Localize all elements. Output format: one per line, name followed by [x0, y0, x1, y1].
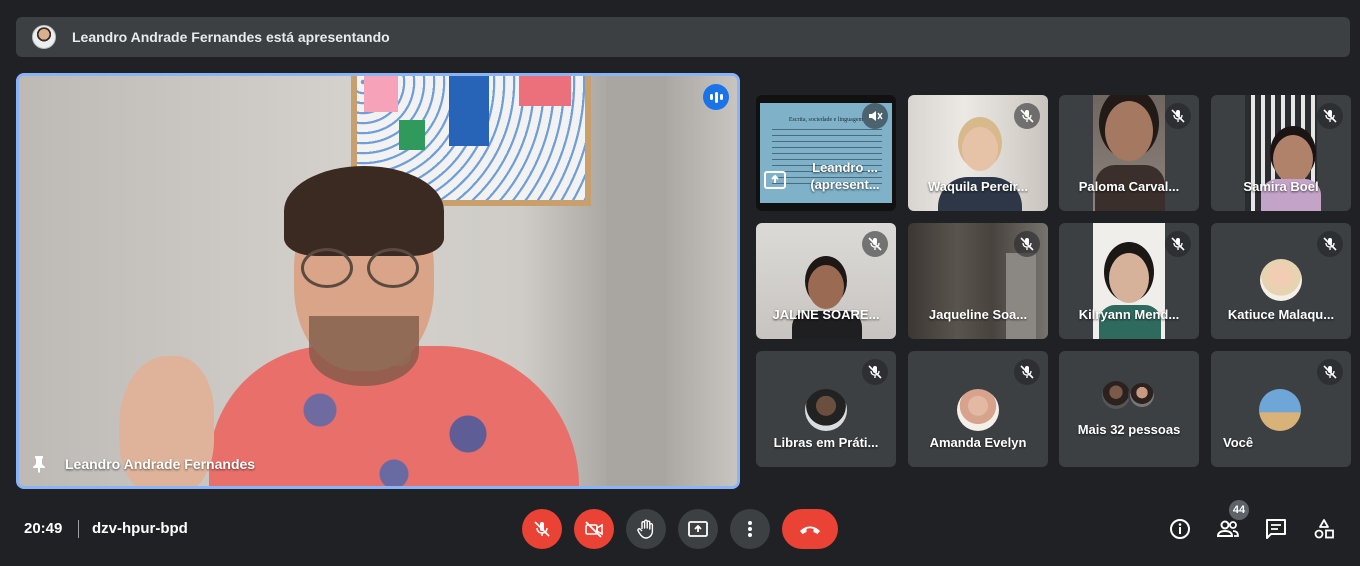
- self-avatar: [1259, 389, 1301, 431]
- presenting-banner-text: Leandro Andrade Fernandes está apresenta…: [72, 29, 390, 45]
- participant-name: JALINE SOARE...: [772, 307, 880, 322]
- participant-name: Jaqueline Soa...: [928, 307, 1028, 322]
- participant-tile[interactable]: Libras em Práti...: [756, 351, 896, 467]
- participant-avatar: [1102, 381, 1130, 409]
- meeting-details-button[interactable]: [1165, 514, 1195, 544]
- participant-name: Amanda Evelyn: [929, 435, 1027, 450]
- mic-off-icon: [862, 231, 888, 257]
- mic-toggle-button[interactable]: [522, 509, 562, 549]
- present-now-button[interactable]: [678, 509, 718, 549]
- leave-call-button[interactable]: [782, 509, 838, 549]
- speaking-indicator-icon: [703, 84, 729, 110]
- mic-off-icon: [1014, 231, 1040, 257]
- speaker-off-icon: [862, 103, 888, 129]
- present-screen-icon: [688, 521, 708, 537]
- participant-tile[interactable]: Paloma Carval...: [1059, 95, 1199, 211]
- mic-off-icon: [1317, 231, 1343, 257]
- participant-avatar: [1128, 381, 1156, 409]
- bottom-toolbar: 20:49 dzv-hpur-bpd: [0, 500, 1360, 566]
- participant-tile-presentation[interactable]: Escrita, sociedade e linguagem Leandro .…: [756, 95, 896, 211]
- mic-off-icon: [1165, 231, 1191, 257]
- chat-button[interactable]: [1261, 514, 1291, 544]
- info-icon: [1170, 519, 1190, 539]
- more-options-button[interactable]: [730, 509, 770, 549]
- mic-off-icon: [1317, 359, 1343, 385]
- hang-up-icon: [800, 526, 820, 534]
- people-icon: [1216, 520, 1239, 537]
- presenter-tile-status: (apresent...: [810, 177, 880, 192]
- participant-name: Paloma Carval...: [1078, 179, 1180, 194]
- participant-avatar: [957, 389, 999, 431]
- presenting-banner: Leandro Andrade Fernandes está apresenta…: [16, 17, 1350, 57]
- pin-icon[interactable]: [29, 454, 49, 474]
- hand-icon: [637, 519, 654, 539]
- participant-tile[interactable]: Samira Boel: [1211, 95, 1351, 211]
- shapes-icon: [1314, 519, 1334, 539]
- meeting-code[interactable]: dzv-hpur-bpd: [92, 520, 188, 537]
- self-name: Você: [1223, 435, 1254, 450]
- participant-tile[interactable]: Waquila Pereir...: [908, 95, 1048, 211]
- participant-name: Samira Boel: [1243, 179, 1319, 194]
- more-participants-label: Mais 32 pessoas: [1077, 422, 1181, 437]
- self-tile[interactable]: Você: [1211, 351, 1351, 467]
- more-participants-tile[interactable]: Mais 32 pessoas: [1059, 351, 1199, 467]
- participant-tile[interactable]: Amanda Evelyn: [908, 351, 1048, 467]
- participant-name: Libras em Práti...: [773, 435, 879, 450]
- participant-tile[interactable]: Katiuce Malaqu...: [1211, 223, 1351, 339]
- participant-count-badge: 44: [1229, 500, 1249, 520]
- mic-off-icon: [1014, 359, 1040, 385]
- meeting-clock: 20:49: [24, 520, 63, 537]
- more-vert-icon: [748, 521, 752, 537]
- activities-button[interactable]: [1309, 514, 1339, 544]
- participant-tile[interactable]: JALINE SOARE...: [756, 223, 896, 339]
- mic-off-icon: [1317, 103, 1343, 129]
- participant-avatar: [805, 389, 847, 431]
- mic-off-icon: [534, 521, 550, 537]
- main-speaker-tile[interactable]: Leandro Andrade Fernandes: [16, 73, 740, 489]
- main-speaker-name: Leandro Andrade Fernandes: [65, 456, 256, 472]
- presenter-avatar: [32, 25, 56, 49]
- participant-avatar: [1260, 259, 1302, 301]
- chat-icon: [1266, 519, 1286, 539]
- camera-toggle-button[interactable]: [574, 509, 614, 549]
- presentation-icon: [764, 171, 786, 189]
- participant-name: Katiuce Malaqu...: [1227, 307, 1335, 322]
- mic-off-icon: [1165, 103, 1191, 129]
- mic-off-icon: [862, 359, 888, 385]
- raise-hand-button[interactable]: [626, 509, 666, 549]
- camera-off-icon: [585, 521, 603, 538]
- mic-off-icon: [1014, 103, 1040, 129]
- presenter-tile-name: Leandro ...: [812, 160, 878, 175]
- participant-name: Kilryann Mend...: [1078, 307, 1180, 322]
- participant-name: Waquila Pereir...: [928, 179, 1028, 194]
- participant-tile[interactable]: Kilryann Mend...: [1059, 223, 1199, 339]
- participant-tile[interactable]: Jaqueline Soa...: [908, 223, 1048, 339]
